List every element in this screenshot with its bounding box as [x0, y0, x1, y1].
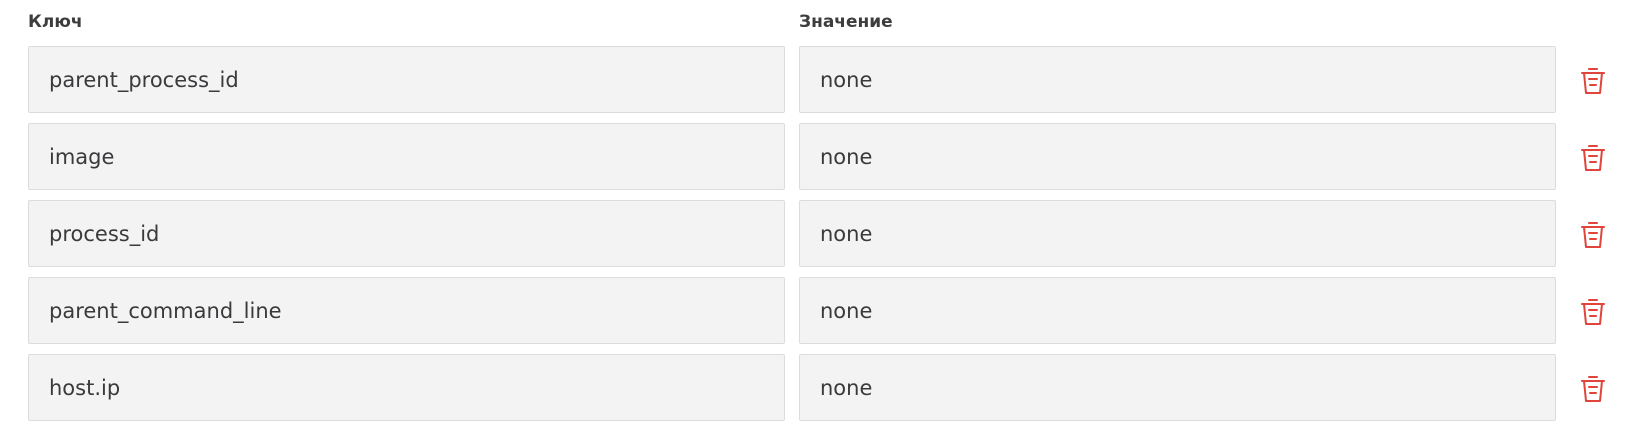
value-input[interactable]: none: [799, 354, 1556, 421]
key-input[interactable]: process_id: [28, 200, 785, 267]
trash-icon: [1581, 376, 1605, 402]
key-value-row: process_id none: [0, 200, 1629, 269]
key-value-row: image none: [0, 123, 1629, 192]
trash-icon: [1581, 68, 1605, 94]
key-input[interactable]: image: [28, 123, 785, 190]
delete-row-button[interactable]: [1578, 296, 1608, 328]
value-input[interactable]: none: [799, 277, 1556, 344]
table-header: Ключ Значение: [0, 0, 1629, 46]
key-input[interactable]: parent_command_line: [28, 277, 785, 344]
value-column-header: Значение: [799, 12, 893, 32]
key-value-row: host.ip none: [0, 354, 1629, 423]
trash-icon: [1581, 145, 1605, 171]
key-input[interactable]: parent_process_id: [28, 46, 785, 113]
trash-icon: [1581, 299, 1605, 325]
value-input[interactable]: none: [799, 200, 1556, 267]
key-value-list: parent_process_id none image none proces…: [0, 46, 1629, 431]
trash-icon: [1581, 222, 1605, 248]
value-input[interactable]: none: [799, 123, 1556, 190]
key-value-row: parent_command_line none: [0, 277, 1629, 346]
key-input[interactable]: host.ip: [28, 354, 785, 421]
key-column-header: Ключ: [28, 12, 83, 32]
delete-row-button[interactable]: [1578, 219, 1608, 251]
value-input[interactable]: none: [799, 46, 1556, 113]
delete-row-button[interactable]: [1578, 65, 1608, 97]
delete-row-button[interactable]: [1578, 142, 1608, 174]
delete-row-button[interactable]: [1578, 373, 1608, 405]
key-value-row: parent_process_id none: [0, 46, 1629, 115]
